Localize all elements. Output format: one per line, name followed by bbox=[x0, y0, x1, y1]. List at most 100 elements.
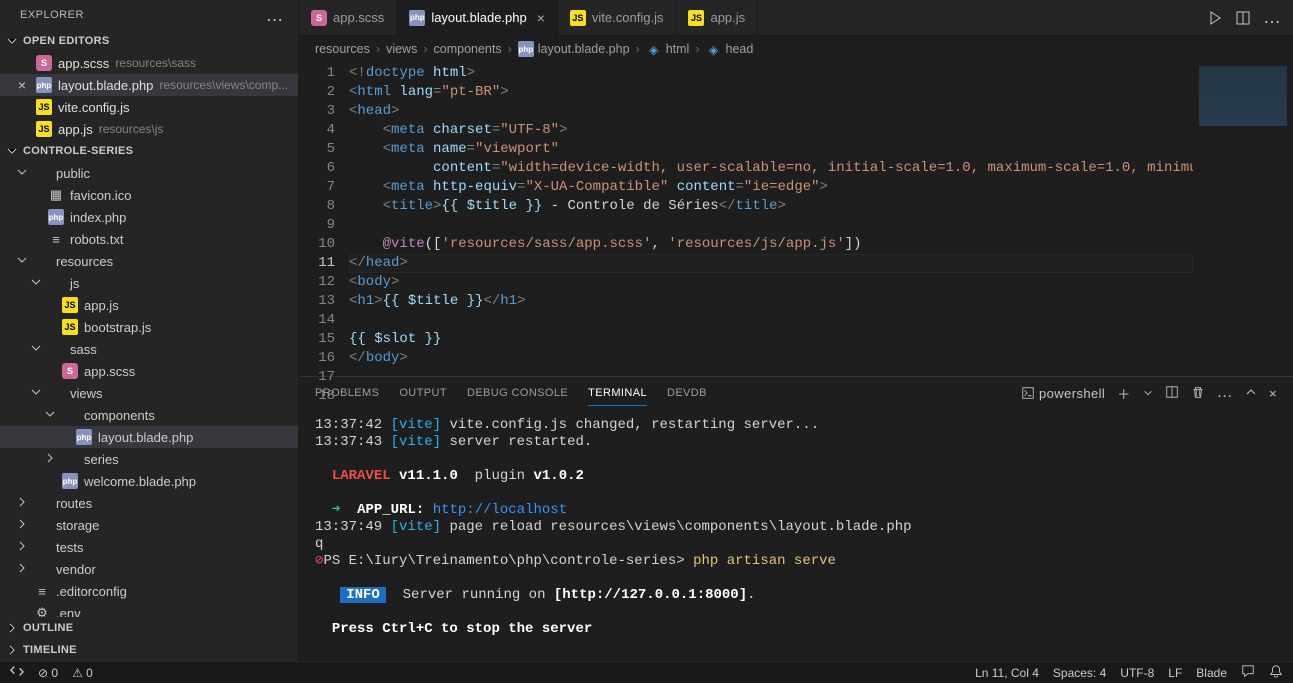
status-spaces[interactable]: Spaces: 4 bbox=[1053, 666, 1106, 680]
tree-item[interactable]: JSbootstrap.js bbox=[0, 316, 298, 338]
file-path: resources\views\comp... bbox=[159, 78, 288, 92]
code-line[interactable]: @vite(['resources/sass/app.scss', 'resou… bbox=[349, 235, 1193, 254]
editor-tabs: Sapp.scssphplayout.blade.php×JSvite.conf… bbox=[299, 0, 1293, 36]
tree-item[interactable]: ⚙.env bbox=[0, 602, 298, 617]
editor-tab[interactable]: JSapp.js bbox=[676, 0, 758, 35]
terminal-dropdown-icon[interactable] bbox=[1143, 386, 1153, 401]
panel-maximize-icon[interactable] bbox=[1245, 386, 1257, 401]
tree-item[interactable]: storage bbox=[0, 514, 298, 536]
editor-tab[interactable]: JSvite.config.js bbox=[558, 0, 677, 35]
editor-column: Sapp.scssphplayout.blade.php×JSvite.conf… bbox=[299, 0, 1293, 661]
close-icon[interactable]: × bbox=[14, 77, 30, 93]
gear-icon: ⚙ bbox=[34, 605, 50, 617]
tree-item[interactable]: series bbox=[0, 448, 298, 470]
tree-item[interactable]: vendor bbox=[0, 558, 298, 580]
tree-item[interactable]: tests bbox=[0, 536, 298, 558]
code-line[interactable]: {{ $slot }} bbox=[349, 330, 1193, 349]
status-language[interactable]: Blade bbox=[1196, 666, 1227, 680]
status-bar: ⊘ 0 ⚠ 0 Ln 11, Col 4 Spaces: 4 UTF-8 LF … bbox=[0, 661, 1293, 683]
code-line[interactable]: <meta name="viewport" bbox=[349, 140, 1193, 159]
code-line[interactable]: <body> bbox=[349, 273, 1193, 292]
tree-item[interactable]: ▦favicon.ico bbox=[0, 184, 298, 206]
breadcrumb-item[interactable]: views bbox=[386, 42, 417, 56]
tab-label: app.scss bbox=[333, 10, 384, 25]
more-icon[interactable]: … bbox=[1263, 7, 1281, 28]
image-icon: ▦ bbox=[48, 187, 64, 203]
code-line[interactable]: </head> bbox=[349, 254, 1193, 273]
chevron-down-icon bbox=[4, 33, 20, 49]
close-icon[interactable]: × bbox=[537, 10, 545, 26]
tree-item[interactable]: phpwelcome.blade.php bbox=[0, 470, 298, 492]
open-editor-item[interactable]: ×phplayout.blade.php resources\views\com… bbox=[0, 74, 298, 96]
tab-debug-console[interactable]: DEBUG CONSOLE bbox=[467, 381, 568, 405]
open-editors-section[interactable]: OPEN EDITORS bbox=[0, 30, 298, 52]
outline-section[interactable]: OUTLINE bbox=[0, 617, 298, 639]
timeline-section[interactable]: TIMELINE bbox=[0, 639, 298, 661]
status-error-count[interactable]: ⊘ 0 bbox=[38, 666, 58, 680]
tree-item[interactable]: public bbox=[0, 162, 298, 184]
status-bell-icon[interactable] bbox=[1269, 664, 1283, 681]
editor-tab[interactable]: phplayout.blade.php× bbox=[397, 0, 558, 35]
tree-item[interactable]: phpindex.php bbox=[0, 206, 298, 228]
tree-item[interactable]: components bbox=[0, 404, 298, 426]
tree-item-label: layout.blade.php bbox=[98, 430, 193, 445]
tree-item[interactable]: ≡robots.txt bbox=[0, 228, 298, 250]
status-eol[interactable]: LF bbox=[1168, 666, 1182, 680]
open-editor-item[interactable]: JSapp.js resources\js bbox=[0, 118, 298, 140]
status-ln-col[interactable]: Ln 11, Col 4 bbox=[975, 666, 1039, 680]
tab-devdb[interactable]: DEVDB bbox=[667, 381, 707, 405]
panel-close-icon[interactable]: × bbox=[1269, 386, 1277, 401]
tab-output[interactable]: OUTPUT bbox=[399, 381, 447, 405]
tree-item[interactable]: JSapp.js bbox=[0, 294, 298, 316]
tree-item[interactable]: sass bbox=[0, 338, 298, 360]
code-line[interactable]: <h1>{{ $title }}</h1> bbox=[349, 292, 1193, 311]
code-line[interactable]: <title>{{ $title }} - Controle de Séries… bbox=[349, 197, 1193, 216]
code-line[interactable]: </body> bbox=[349, 349, 1193, 364]
horizontal-scrollbar[interactable] bbox=[299, 364, 1293, 376]
new-terminal-icon[interactable]: ＋ bbox=[1117, 384, 1130, 403]
code-editor[interactable]: 123456789101112131415161718 <!doctype ht… bbox=[299, 62, 1293, 364]
code-line[interactable]: <html lang="pt-BR"> bbox=[349, 83, 1193, 102]
breadcrumb-item[interactable]: ◈head bbox=[706, 41, 754, 57]
terminal-line bbox=[315, 604, 1277, 621]
minimap[interactable] bbox=[1193, 62, 1293, 364]
tree-item[interactable]: resources bbox=[0, 250, 298, 272]
status-warning-count[interactable]: ⚠ 0 bbox=[72, 666, 93, 680]
breadcrumb-item[interactable]: components bbox=[434, 42, 502, 56]
code-line[interactable]: <!doctype html> bbox=[349, 64, 1193, 83]
panel-more-icon[interactable]: … bbox=[1217, 384, 1233, 402]
code-line[interactable]: <meta charset="UTF-8"> bbox=[349, 121, 1193, 140]
code-line[interactable]: <head> bbox=[349, 102, 1193, 121]
code-line[interactable] bbox=[349, 216, 1193, 235]
code-line[interactable]: content="width=device-width, user-scalab… bbox=[349, 159, 1193, 178]
status-feedback-icon[interactable] bbox=[1241, 664, 1255, 681]
code-line[interactable]: <meta http-equiv="X-UA-Compatible" conte… bbox=[349, 178, 1193, 197]
kill-terminal-icon[interactable] bbox=[1191, 385, 1205, 402]
status-encoding[interactable]: UTF-8 bbox=[1120, 666, 1154, 680]
tree-item[interactable]: js bbox=[0, 272, 298, 294]
terminal-shell-selector[interactable]: powershell bbox=[1021, 386, 1105, 401]
run-icon[interactable] bbox=[1207, 10, 1223, 26]
split-editor-icon[interactable] bbox=[1235, 10, 1251, 26]
open-editor-item[interactable]: Sapp.scss resources\sass bbox=[0, 52, 298, 74]
breadcrumbs[interactable]: resources›views›components›phplayout.bla… bbox=[299, 36, 1293, 62]
terminal-content[interactable]: 13:37:42 [vite] vite.config.js changed, … bbox=[299, 409, 1293, 661]
tab-label: vite.config.js bbox=[592, 10, 664, 25]
tree-item[interactable]: routes bbox=[0, 492, 298, 514]
project-section[interactable]: CONTROLE-SERIES bbox=[0, 140, 298, 162]
tree-item[interactable]: phplayout.blade.php bbox=[0, 426, 298, 448]
status-remote-icon[interactable] bbox=[10, 664, 24, 681]
code-area[interactable]: <!doctype html><html lang="pt-BR"><head>… bbox=[349, 62, 1193, 364]
breadcrumb-item[interactable]: phplayout.blade.php bbox=[518, 41, 630, 57]
code-line[interactable] bbox=[349, 311, 1193, 330]
tree-item[interactable]: views bbox=[0, 382, 298, 404]
tab-terminal[interactable]: TERMINAL bbox=[588, 381, 647, 406]
tree-item[interactable]: Sapp.scss bbox=[0, 360, 298, 382]
breadcrumb-item[interactable]: resources bbox=[315, 42, 370, 56]
breadcrumb-item[interactable]: ◈html bbox=[646, 41, 690, 57]
editor-tab[interactable]: Sapp.scss bbox=[299, 0, 397, 35]
split-terminal-icon[interactable] bbox=[1165, 385, 1179, 402]
explorer-more-icon[interactable]: … bbox=[266, 5, 285, 26]
open-editor-item[interactable]: JSvite.config.js bbox=[0, 96, 298, 118]
tree-item[interactable]: ≡.editorconfig bbox=[0, 580, 298, 602]
